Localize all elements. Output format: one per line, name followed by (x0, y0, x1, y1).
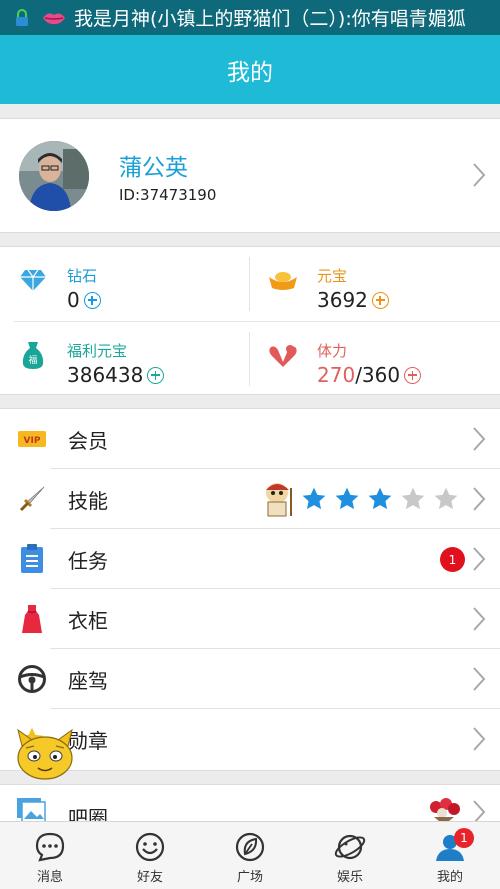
money-bag-icon: 福 (18, 340, 48, 370)
stamina-max: /360 (355, 363, 401, 387)
leaf-circle-icon (235, 832, 265, 862)
chevron-right-icon (472, 726, 486, 752)
nav-label: 消息 (36, 870, 63, 885)
divider (249, 257, 250, 311)
asset-value: 386438 (67, 363, 165, 387)
asset-ingot[interactable]: 元宝 3692 (250, 247, 500, 321)
svg-text:福: 福 (28, 354, 37, 366)
menu-item-skills[interactable]: 技能 (0, 469, 500, 529)
smiley-icon (135, 832, 165, 862)
asset-value: 0 (67, 288, 101, 312)
cartoon-character-icon (266, 483, 292, 517)
star-filled-icon (368, 487, 392, 510)
steering-wheel-icon (16, 663, 48, 695)
stamina-current: 270 (317, 363, 356, 387)
asset-value: 270/360 (317, 363, 422, 387)
chevron-right-icon (472, 426, 486, 452)
mascot-cat-icon[interactable] (14, 726, 76, 781)
add-diamond-icon[interactable] (83, 291, 101, 309)
chevron-right-icon (472, 162, 486, 188)
skill-rating (262, 479, 466, 519)
assets-panel: 钻石 0 元宝 3692 福 福利元宝 386438 体力 270/360 (0, 246, 500, 395)
menu-label: 座驾 (68, 669, 108, 693)
ingot-icon (268, 265, 298, 295)
diamond-value: 0 (67, 288, 80, 312)
bottom-nav: 消息 好友 广场 娱乐 1 我的 (0, 821, 500, 889)
nav-me[interactable]: 1 我的 (400, 822, 500, 889)
menu-label: 任务 (68, 549, 108, 573)
nav-friends[interactable]: 好友 (100, 822, 200, 889)
asset-value: 3692 (317, 288, 389, 312)
star-empty-icon (401, 487, 425, 510)
asset-bonus-ingot[interactable]: 福 福利元宝 386438 (0, 322, 250, 396)
ingot-value: 3692 (317, 288, 368, 312)
menu-item-vehicle[interactable]: 座驾 (0, 649, 500, 709)
chevron-right-icon (472, 546, 486, 572)
nav-label: 广场 (236, 870, 263, 885)
divider (14, 321, 500, 322)
menu-item-tasks[interactable]: 任务 1 (0, 529, 500, 589)
nav-messages[interactable]: 消息 (0, 822, 100, 889)
menu-label: 衣柜 (68, 609, 108, 633)
add-bonus-ingot-icon[interactable] (147, 366, 165, 384)
chevron-right-icon (472, 486, 486, 512)
nav-square[interactable]: 广场 (200, 822, 300, 889)
menu-item-circle[interactable]: 吧圈 (0, 784, 500, 824)
planet-icon (334, 834, 366, 860)
photo-icon (16, 797, 46, 824)
nav-entertainment[interactable]: 娱乐 (300, 822, 400, 889)
asset-stamina[interactable]: 体力 270/360 (250, 322, 500, 396)
page-title: 我的 (227, 59, 273, 86)
vip-icon: VIP (16, 423, 48, 455)
profile-card[interactable]: 蒲公英 ID:37473190 (0, 118, 500, 233)
status-notification-text: 我是月神(小镇上的野猫们（二）):你有唱青媚狐 (74, 8, 466, 30)
menu-list: VIP 会员 技能 任务 1 衣柜 座驾 勋章 (0, 408, 500, 771)
star-filled-icon (302, 487, 326, 510)
add-stamina-icon[interactable] (404, 366, 422, 384)
lips-icon (42, 10, 66, 26)
menu-label: 技能 (68, 489, 108, 513)
star-filled-icon (335, 487, 359, 510)
clipboard-icon (16, 543, 48, 575)
avatar[interactable] (19, 141, 89, 211)
profile-id: ID:37473190 (119, 186, 217, 204)
asset-label: 福利元宝 (67, 342, 128, 360)
chevron-right-icon (472, 606, 486, 632)
app-header: 我的 (0, 35, 500, 104)
asset-diamond[interactable]: 钻石 0 (0, 247, 250, 321)
profile-name: 蒲公英 (119, 155, 188, 181)
asset-label: 元宝 (317, 267, 348, 285)
chat-bubble-icon (35, 832, 65, 862)
menu-label: 会员 (68, 429, 108, 453)
flower-bouquet-icon (430, 798, 460, 824)
diamond-icon (18, 265, 48, 295)
sword-icon (16, 483, 48, 515)
add-ingot-icon[interactable] (371, 291, 389, 309)
status-bar: 我是月神(小镇上的野猫们（二）):你有唱青媚狐 (0, 0, 500, 35)
lock-icon (14, 8, 30, 27)
star-empty-icon (434, 487, 458, 510)
nav-label: 娱乐 (336, 870, 363, 885)
task-badge: 1 (440, 547, 465, 572)
dress-icon (16, 603, 48, 635)
chevron-right-icon (472, 666, 486, 692)
asset-label: 钻石 (67, 267, 98, 285)
nav-label: 好友 (136, 870, 163, 885)
menu-item-wardrobe[interactable]: 衣柜 (0, 589, 500, 649)
divider (249, 332, 250, 386)
menu-item-vip[interactable]: VIP 会员 (0, 409, 500, 469)
nav-label: 我的 (436, 870, 463, 885)
heart-arm-icon (268, 340, 298, 370)
svg-text:VIP: VIP (24, 436, 41, 446)
nav-badge: 1 (454, 828, 474, 848)
bonus-ingot-value: 386438 (67, 363, 144, 387)
asset-label: 体力 (317, 342, 348, 360)
